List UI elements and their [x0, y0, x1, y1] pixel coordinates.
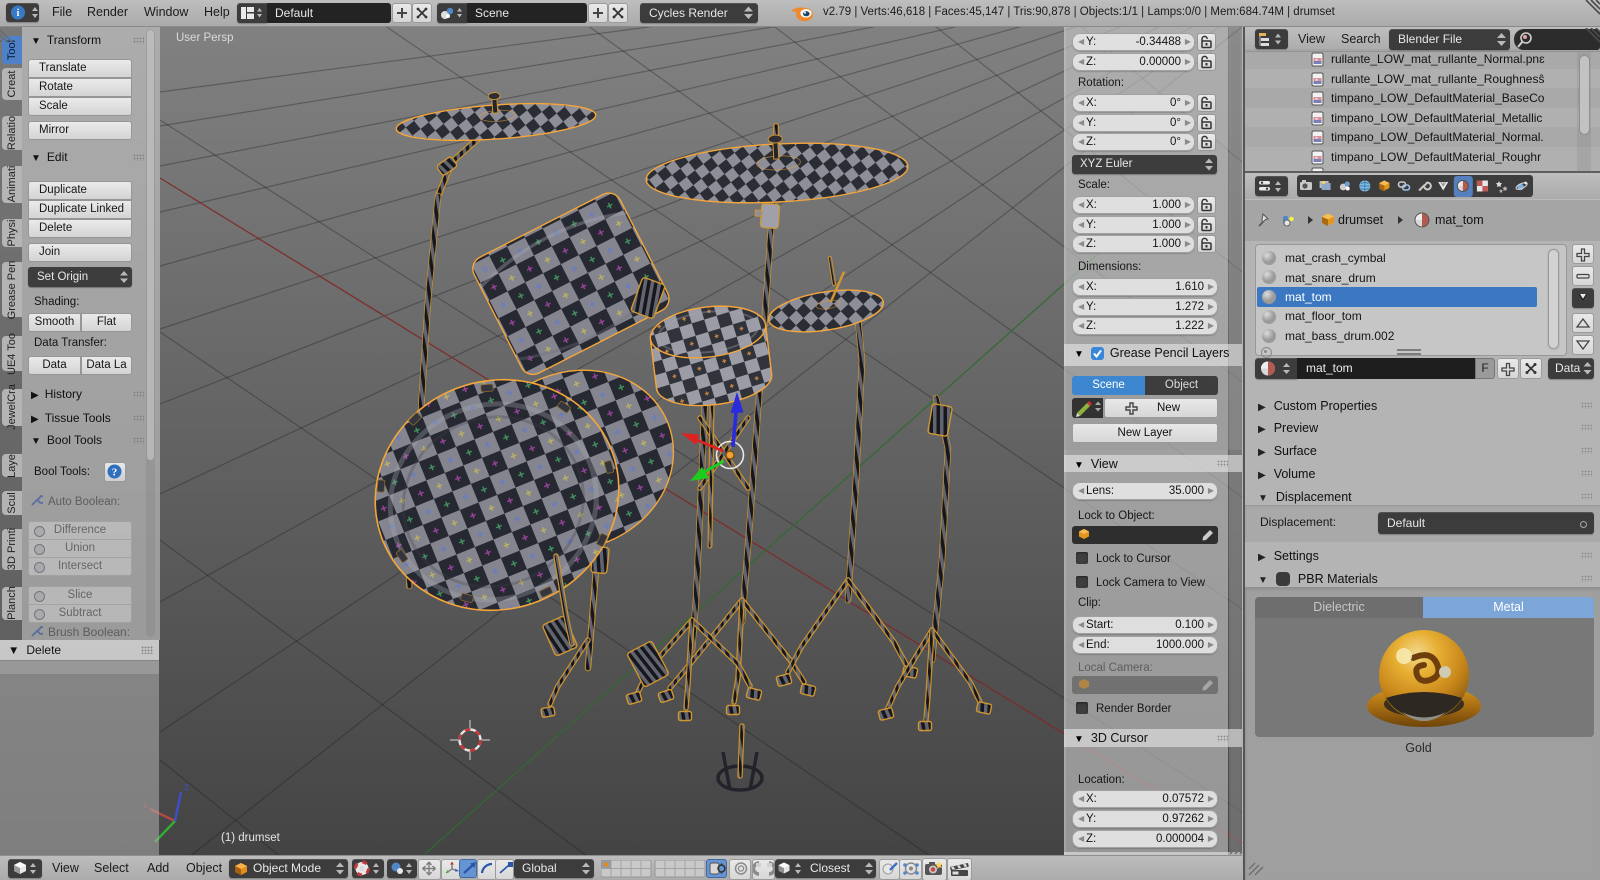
svg-text:?: ? [112, 467, 118, 479]
svg-text:i: i [17, 8, 20, 19]
svg-text:z: z [184, 782, 189, 793]
